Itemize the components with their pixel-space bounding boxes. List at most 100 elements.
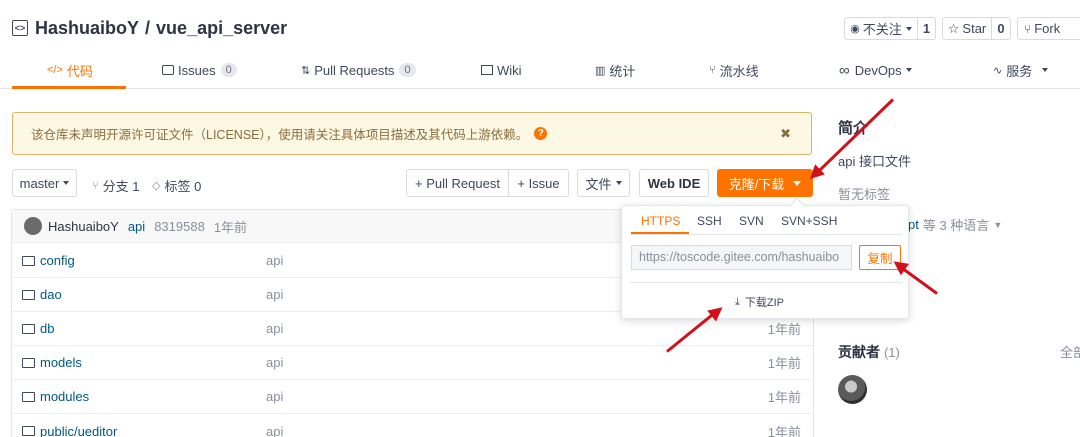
branch-icon: ⑂	[92, 179, 99, 192]
protocol-tab-svn[interactable]: SVN	[739, 214, 764, 228]
file-name[interactable]: public/ueditor	[40, 424, 117, 437]
folder-icon	[22, 323, 35, 334]
tab-code-underline	[12, 86, 126, 89]
watch-count[interactable]: 1	[917, 17, 936, 40]
download-icon: ⤓	[735, 295, 740, 308]
new-issue-button[interactable]: + Issue	[508, 169, 569, 197]
fork-label: Fork	[1034, 21, 1061, 36]
tab-wiki[interactable]: Wiki	[481, 60, 522, 80]
clone-popup-divider	[630, 282, 902, 283]
star-icon: ☆	[947, 20, 960, 36]
table-row[interactable]: public/ueditor api 1年前	[12, 414, 813, 437]
tab-pipeline[interactable]: ⑂ 流水线	[709, 60, 759, 80]
tab-pull-requests[interactable]: ⇅ Pull Requests 0	[301, 60, 416, 80]
web-ide-button[interactable]: Web IDE	[639, 169, 709, 197]
contributors-count: (1)	[884, 344, 900, 360]
file-name[interactable]: config	[40, 253, 75, 268]
tab-issues[interactable]: Issues 0	[162, 60, 237, 80]
chevron-down-icon	[905, 26, 912, 31]
protocol-tab-svn-ssh[interactable]: SVN+SSH	[781, 214, 837, 228]
new-pull-request-button[interactable]: + Pull Request	[406, 169, 509, 197]
tab-pull-requests-label: Pull Requests	[314, 62, 395, 78]
file-commit-msg[interactable]: api	[266, 355, 283, 370]
star-label: Star	[962, 21, 987, 36]
contributors-title: 贡献者	[838, 344, 880, 360]
tab-stats-label: 统计	[609, 63, 636, 79]
file-time: 1年前	[767, 424, 801, 437]
repo-name-link[interactable]: vue_api_server	[156, 18, 287, 39]
protocol-tabs-border	[630, 234, 902, 235]
tags-label: 标签 0	[164, 179, 202, 194]
repo-separator: /	[145, 17, 151, 38]
chevron-down-icon	[905, 68, 912, 72]
clone-download-button[interactable]: 克隆/下载	[717, 169, 813, 197]
file-name[interactable]: modules	[40, 389, 89, 404]
clone-label: 克隆/下载	[728, 176, 785, 192]
fork-button[interactable]: ⑂ Fork	[1017, 17, 1080, 40]
clone-popup-caret	[789, 197, 805, 213]
contributors-all-link[interactable]: 全部	[1060, 342, 1080, 361]
license-notice: 该仓库未声明开源许可证文件（LICENSE），使用请关注具体项目描述及其代码上游…	[12, 112, 812, 155]
commit-message[interactable]: api	[128, 219, 145, 234]
watch-button[interactable]: ◉ 不关注	[844, 17, 918, 40]
tags-link[interactable]: ◇ 标签 0	[152, 176, 201, 195]
file-commit-msg[interactable]: api	[266, 321, 283, 336]
branches-link[interactable]: ⑂ 分支 1	[92, 176, 139, 195]
sidebar-no-tags: 暂无标签	[838, 187, 891, 202]
folder-icon	[22, 391, 35, 402]
file-commit-msg[interactable]: api	[266, 287, 283, 302]
wiki-icon	[481, 65, 493, 75]
language-name: pt	[908, 217, 919, 232]
file-commit-msg[interactable]: api	[266, 424, 283, 437]
commit-hash[interactable]: 8319588	[154, 219, 205, 234]
file-time: 1年前	[767, 356, 801, 371]
tab-stats[interactable]: ▥ 统计	[595, 60, 635, 80]
table-row[interactable]: models api 1年前	[12, 346, 813, 380]
language-more: 等 3 种语言	[922, 218, 990, 233]
file-time: 1年前	[767, 322, 801, 337]
caret-down-icon: ▼	[993, 219, 1003, 230]
avatar[interactable]	[24, 217, 42, 235]
branch-select[interactable]: master	[12, 169, 77, 197]
table-row[interactable]: modules api 1年前	[12, 380, 813, 414]
tab-devops-label: DevOps	[854, 62, 902, 78]
file-dropdown[interactable]: 文件	[577, 169, 630, 197]
file-commit-msg[interactable]: api	[266, 389, 283, 404]
file-commit-msg[interactable]: api	[266, 253, 283, 268]
protocol-tab-https[interactable]: HTTPS	[641, 214, 680, 228]
tab-devops[interactable]: ∞ DevOps	[839, 60, 912, 80]
clone-popup: HTTPS SSH SVN SVN+SSH https://toscode.gi…	[621, 197, 909, 319]
infinity-icon: ∞	[839, 61, 850, 79]
star-button[interactable]: ☆ Star	[942, 17, 992, 40]
download-zip-link[interactable]: ⤓ 下载ZIP	[735, 294, 784, 310]
file-label: 文件	[585, 176, 612, 192]
tag-icon: ◇	[152, 180, 161, 192]
chevron-down-icon	[615, 181, 622, 185]
tab-code[interactable]: </> 代码	[47, 60, 93, 80]
folder-icon	[22, 426, 35, 436]
file-time: 1年前	[767, 390, 801, 405]
repo-owner-link[interactable]: HashuaiboY	[35, 18, 139, 39]
tab-code-label: 代码	[66, 63, 93, 79]
clone-url-input[interactable]: https://toscode.gitee.com/hashuaibo	[631, 245, 852, 270]
help-icon[interactable]: ?	[534, 127, 548, 140]
star-count[interactable]: 0	[991, 17, 1011, 40]
protocol-tab-ssh[interactable]: SSH	[697, 214, 722, 228]
file-name[interactable]: dao	[40, 287, 62, 302]
file-name[interactable]: models	[40, 355, 82, 370]
repo-code-icon: <>	[12, 20, 28, 36]
close-icon[interactable]: ✖	[780, 126, 791, 142]
file-name[interactable]: db	[40, 321, 54, 336]
notice-text: 该仓库未声明开源许可证文件（LICENSE），使用请关注具体项目描述及其代码上游…	[31, 128, 529, 142]
issues-count: 0	[220, 63, 237, 77]
contributor-avatar[interactable]	[838, 375, 867, 404]
commit-author[interactable]: HashuaiboY	[48, 219, 119, 234]
commit-time: 1年前	[213, 219, 248, 235]
tab-wiki-label: Wiki	[497, 62, 522, 78]
chevron-down-icon	[63, 181, 70, 185]
tab-services[interactable]: ∿ 服务	[993, 60, 1049, 80]
branch-label: master	[19, 175, 60, 191]
sidebar-contributors-title: 贡献者 (1)	[838, 342, 900, 362]
sidebar-description: api 接口文件	[838, 154, 911, 169]
chevron-down-icon	[793, 180, 802, 186]
